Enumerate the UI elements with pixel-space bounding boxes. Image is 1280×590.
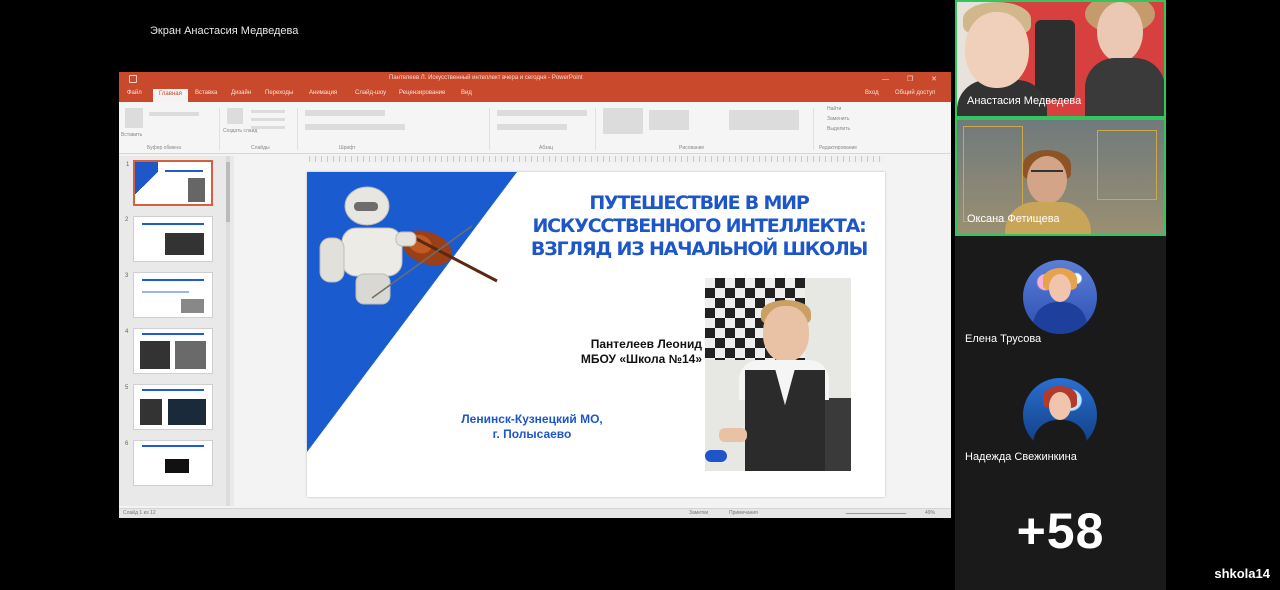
author-photo bbox=[705, 278, 851, 471]
group-paragraph: Абзац bbox=[539, 145, 554, 151]
author-name: Пантелеев Леонид bbox=[590, 337, 702, 351]
screen-share-label: Экран Анастасия Медведева bbox=[150, 25, 299, 37]
save-icon[interactable] bbox=[129, 75, 137, 83]
slide-thumbnails-pane[interactable]: 1 2 3 4 5 6 bbox=[119, 156, 234, 506]
paragraph-buttons[interactable] bbox=[497, 110, 587, 116]
group-editing: Редактирование bbox=[819, 145, 858, 151]
avatar bbox=[1023, 378, 1097, 452]
group-slides: Слайды bbox=[251, 145, 270, 151]
participant-avatar-tile[interactable]: Елена Трусова bbox=[955, 236, 1166, 354]
thumbnails-scrollbar[interactable] bbox=[226, 156, 230, 506]
group-drawing: Рисование bbox=[679, 145, 705, 151]
slide-thumbnail[interactable]: 4 bbox=[125, 328, 213, 374]
ribbon-tabs: Файл Главная Вставка Дизайн Переходы Ани… bbox=[119, 88, 951, 102]
tab-animation[interactable]: Анимация bbox=[309, 90, 337, 96]
zoom-level[interactable]: 49% bbox=[925, 510, 935, 516]
paste-button-label[interactable]: Вставить bbox=[121, 132, 142, 151]
ppt-status-bar: Слайд 1 из 12 Заметки Примечания 49% bbox=[119, 508, 951, 518]
quick-styles[interactable] bbox=[729, 110, 799, 130]
slide-thumbnail[interactable]: 3 bbox=[125, 272, 213, 318]
horizontal-ruler bbox=[309, 156, 884, 162]
shared-powerpoint-window[interactable]: Пантелеев Л. Искусственный интеллект вче… bbox=[119, 72, 951, 518]
paste-icon[interactable] bbox=[125, 108, 143, 128]
more-participants-count: +58 bbox=[1016, 503, 1105, 559]
participant-name: Надежда Свежинкина bbox=[965, 451, 1077, 463]
ppt-title-bar: Пантелеев Л. Искусственный интеллект вче… bbox=[119, 72, 951, 88]
tab-design[interactable]: Дизайн bbox=[231, 90, 251, 96]
participant-name: Елена Трусова bbox=[965, 333, 1042, 345]
share-link[interactable]: Общий доступ bbox=[895, 90, 935, 96]
slide-thumbnail[interactable]: 5 bbox=[125, 384, 213, 430]
window-controls-icon[interactable]: — ❐ ✕ bbox=[882, 75, 945, 83]
avatar bbox=[1023, 260, 1097, 334]
tab-view[interactable]: Вид bbox=[461, 90, 472, 96]
tab-home[interactable]: Главная bbox=[153, 89, 188, 102]
slide-thumbnail[interactable]: 1 bbox=[126, 160, 213, 206]
group-font: Шрифт bbox=[339, 145, 356, 151]
tab-insert[interactable]: Вставка bbox=[195, 90, 217, 96]
new-slide-icon[interactable] bbox=[227, 108, 243, 124]
slide-thumbnail[interactable]: 2 bbox=[125, 216, 213, 262]
zoom-slider[interactable] bbox=[846, 513, 906, 514]
slide-author: Пантелеев Леонид МБОУ «Школа №14» bbox=[537, 337, 702, 367]
participant-name: Оксана Фетищева bbox=[967, 213, 1060, 225]
sign-in-link[interactable]: Вход bbox=[865, 90, 879, 96]
cut-copy-icon[interactable] bbox=[149, 112, 199, 116]
group-clipboard: Буфер обмена bbox=[147, 145, 181, 151]
participant-video-tile[interactable]: Анастасия Медведева bbox=[955, 0, 1166, 118]
tab-review[interactable]: Рецензирование bbox=[399, 90, 445, 96]
arrange-icon[interactable] bbox=[649, 110, 689, 130]
current-slide[interactable]: Путешествие в мир искусственного интелле… bbox=[307, 172, 885, 497]
ppt-window-title: Пантелеев Л. Искусственный интеллект вче… bbox=[389, 75, 583, 81]
shapes-gallery[interactable] bbox=[603, 108, 643, 134]
tab-file[interactable]: Файл bbox=[127, 90, 142, 96]
slide-thumbnail[interactable]: 6 bbox=[125, 440, 213, 486]
more-participants-tile[interactable]: +58 bbox=[955, 472, 1166, 590]
participant-video-tile[interactable]: Оксана Фетищева bbox=[955, 118, 1166, 236]
tab-transitions[interactable]: Переходы bbox=[265, 90, 293, 96]
comments-button[interactable]: Примечания bbox=[729, 510, 758, 516]
font-picker[interactable] bbox=[305, 110, 385, 116]
author-school: МБОУ «Школа №14» bbox=[580, 352, 702, 366]
tab-slideshow[interactable]: Слайд-шоу bbox=[355, 90, 386, 96]
font-format-buttons[interactable] bbox=[305, 124, 405, 130]
participant-avatar-tile[interactable]: Надежда Свежинкина bbox=[955, 354, 1166, 472]
participants-panel: Анастасия Медведева Оксана Фетищева Елен… bbox=[955, 0, 1166, 590]
robot-violinist-illustration bbox=[319, 186, 498, 305]
slide-counter: Слайд 1 из 12 bbox=[123, 510, 156, 516]
notes-button[interactable]: Заметки bbox=[689, 510, 708, 516]
channel-watermark: shkola14 bbox=[1214, 566, 1270, 581]
ribbon: Вставить Буфер обмена Создать слайд Слай… bbox=[119, 102, 951, 154]
slide-title: Путешествие в мир искусственного интелле… bbox=[530, 192, 868, 260]
participant-name: Анастасия Медведева bbox=[967, 95, 1082, 107]
slide-location: Ленинск-Кузнецкий МО, г. Полысаево bbox=[461, 412, 603, 441]
